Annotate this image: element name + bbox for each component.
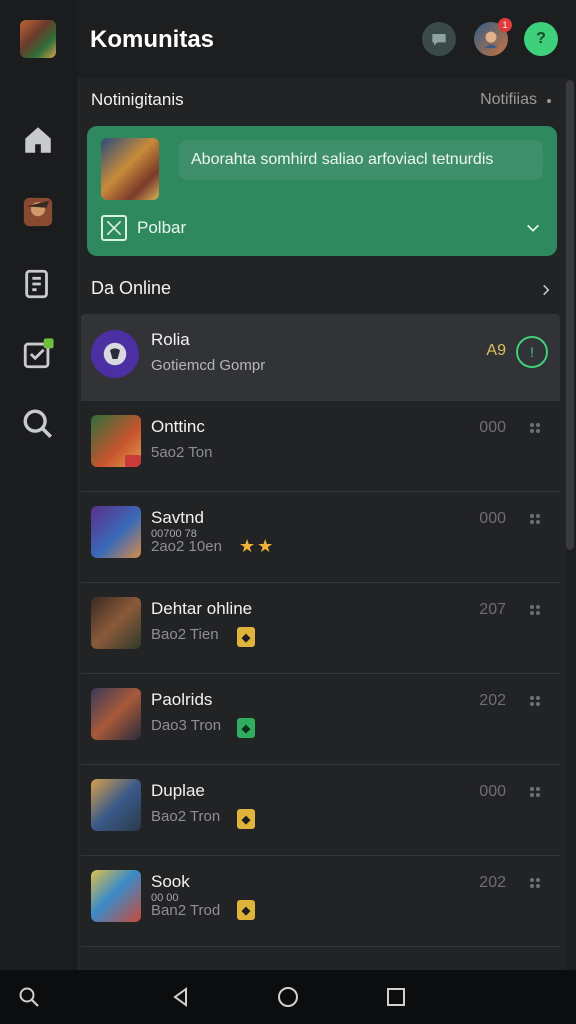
list-item[interactable]: Dehtar ohline Bao2 Tien ◆ 207 bbox=[81, 583, 560, 674]
posts-icon[interactable] bbox=[18, 264, 58, 304]
rank-tag-icon: ◆ bbox=[237, 809, 255, 829]
rank-tag-icon: ◆ bbox=[237, 900, 255, 920]
left-rail bbox=[0, 0, 78, 970]
list-item[interactable]: Sook 00 00 Ban2 Trod ◆ 202 bbox=[81, 856, 560, 947]
more-dot-icon[interactable] bbox=[547, 99, 551, 103]
row-name: Duplae bbox=[151, 781, 205, 800]
avatar bbox=[91, 330, 139, 378]
recents-icon[interactable] bbox=[381, 982, 411, 1012]
notification-thumbnail bbox=[101, 138, 159, 200]
star-icons: ★★ bbox=[239, 536, 276, 556]
row-name: Onttinc bbox=[151, 417, 205, 436]
row-count: 000 bbox=[479, 419, 506, 436]
row-name: Paolrids bbox=[151, 690, 213, 709]
help-button[interactable]: ? bbox=[524, 22, 558, 56]
search-icon[interactable] bbox=[18, 404, 58, 444]
row-count: 202 bbox=[479, 874, 506, 891]
game-avatar-icon[interactable] bbox=[18, 192, 58, 232]
avatar-badge bbox=[125, 455, 141, 467]
notification-badge: 1 bbox=[498, 18, 512, 32]
list-item[interactable]: Rolia Gotiemcd Gompr A9 ! bbox=[81, 314, 560, 401]
list-item[interactable]: Paolrids Dao3 Tron ◆ 202 bbox=[81, 674, 560, 765]
row-name: Sook bbox=[151, 872, 190, 891]
row-status: 5ao2 Ton bbox=[151, 444, 213, 461]
notification-message: Aborahta somhird saliao arfoviacl tetnur… bbox=[179, 140, 543, 180]
profile-avatar[interactable]: 1 bbox=[474, 18, 512, 56]
content-panel: Notinigitanis Notifiias Aborahta somhird… bbox=[78, 78, 566, 970]
drag-handle-icon[interactable] bbox=[528, 421, 542, 435]
avatar bbox=[91, 870, 141, 922]
rank-tag-icon: ◆ bbox=[237, 718, 255, 738]
online-list: Rolia Gotiemcd Gompr A9 ! Onttinc 5ao2 T… bbox=[81, 314, 560, 947]
row-status: Dao3 Tron bbox=[151, 717, 222, 734]
page-title: Komunitas bbox=[90, 26, 215, 53]
avatar bbox=[91, 688, 141, 740]
row-count: 207 bbox=[479, 601, 506, 618]
row-status: Bao2 Tron bbox=[151, 808, 221, 825]
system-navbar bbox=[0, 970, 576, 1024]
notifications-title: Notinigitanis bbox=[91, 90, 184, 109]
search-icon[interactable] bbox=[14, 982, 44, 1012]
drag-handle-icon[interactable] bbox=[528, 603, 542, 617]
drag-handle-icon[interactable] bbox=[528, 512, 542, 526]
online-section-header[interactable]: Da Online bbox=[91, 278, 555, 302]
online-section-title: Da Online bbox=[91, 278, 172, 298]
row-status: Bao2 Tien bbox=[151, 626, 219, 643]
row-count: 000 bbox=[479, 510, 506, 527]
row-count: 202 bbox=[479, 692, 506, 709]
row-status: Gotiemcd Gompr bbox=[151, 357, 266, 374]
chevron-down-icon[interactable] bbox=[525, 220, 541, 236]
list-item[interactable]: Duplae Bao2 Tron ◆ 000 bbox=[81, 765, 560, 856]
notification-card[interactable]: Aborahta somhird saliao arfoviacl tetnur… bbox=[87, 126, 557, 256]
chat-icon[interactable] bbox=[422, 22, 456, 56]
checkbox-icon[interactable] bbox=[101, 215, 127, 241]
home-circle-icon[interactable] bbox=[273, 982, 303, 1012]
app-logo[interactable] bbox=[20, 20, 56, 58]
scrollbar[interactable] bbox=[566, 80, 574, 550]
row-count: 000 bbox=[479, 783, 506, 800]
avatar bbox=[91, 779, 141, 831]
notifications-link[interactable]: Notifiias bbox=[480, 91, 537, 109]
row-status: 2ao2 10en bbox=[151, 538, 222, 555]
row-count: A9 bbox=[486, 342, 506, 359]
top-header: Komunitas 1 ? bbox=[78, 0, 576, 78]
row-name: Dehtar ohline bbox=[151, 599, 253, 618]
avatar bbox=[91, 597, 141, 649]
notification-action-label: Polbar bbox=[137, 218, 187, 237]
drag-handle-icon[interactable] bbox=[528, 876, 542, 890]
tasks-icon[interactable] bbox=[18, 334, 58, 374]
rank-tag-icon: ◆ bbox=[237, 627, 255, 647]
list-item[interactable]: Onttinc 5ao2 Ton 000 bbox=[81, 401, 560, 492]
avatar bbox=[91, 506, 141, 558]
row-name: Rolia bbox=[151, 330, 190, 349]
drag-handle-icon[interactable] bbox=[528, 785, 542, 799]
home-icon[interactable] bbox=[18, 120, 58, 160]
list-item[interactable]: Savtnd 00700 78 2ao2 10en ★★ 000 bbox=[81, 492, 560, 583]
notification-action[interactable]: Polbar bbox=[101, 214, 186, 242]
drag-handle-icon[interactable] bbox=[528, 694, 542, 708]
online-status-icon[interactable]: ! bbox=[516, 336, 548, 368]
notifications-header: Notinigitanis Notifiias bbox=[91, 90, 551, 112]
app-root: Komunitas 1 ? Notinigitanis Notifiias Ab… bbox=[0, 0, 576, 1024]
row-name: Savtnd bbox=[151, 508, 204, 527]
chevron-right-icon[interactable] bbox=[539, 281, 553, 299]
row-status: Ban2 Trod bbox=[151, 902, 221, 919]
avatar bbox=[91, 415, 141, 467]
back-icon[interactable] bbox=[166, 982, 196, 1012]
